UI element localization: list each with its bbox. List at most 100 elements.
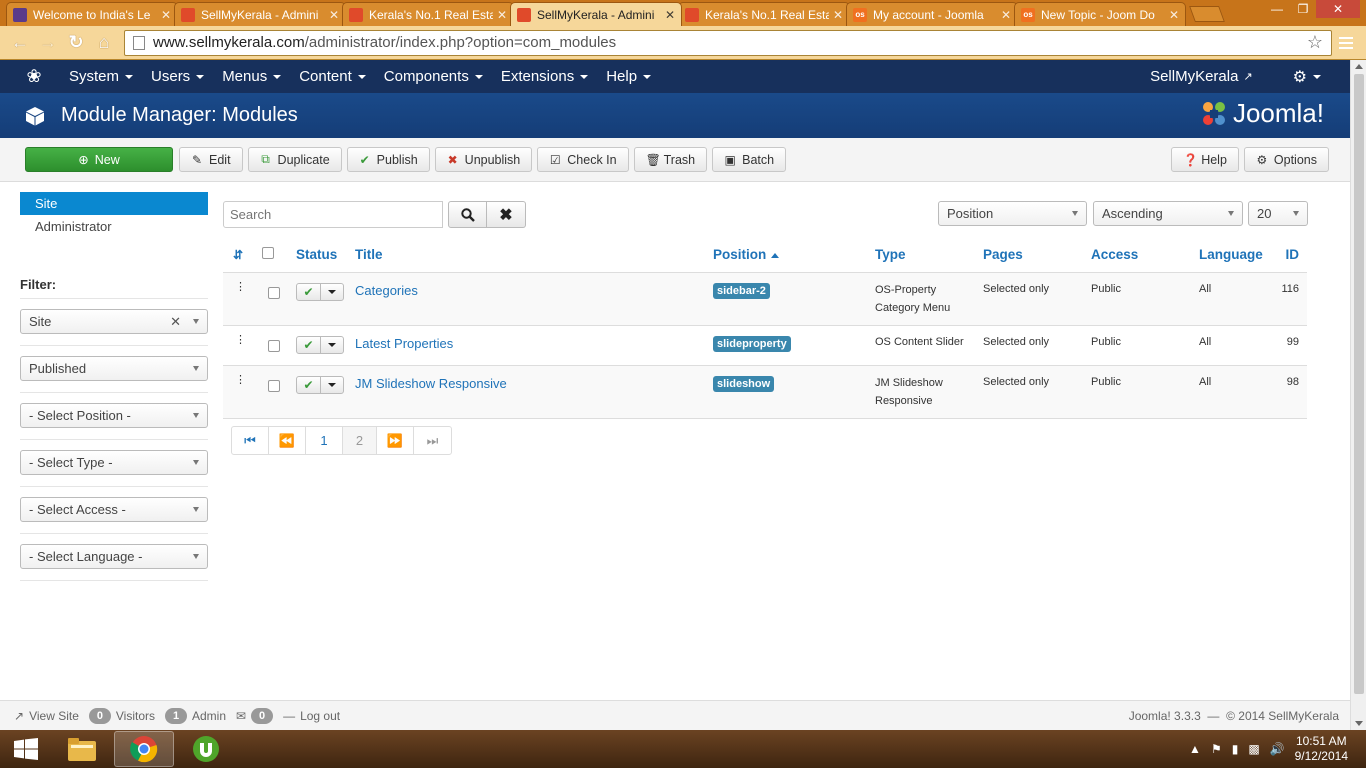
scroll-up-icon[interactable] (1355, 64, 1363, 69)
topnav-item-users[interactable]: Users (142, 68, 213, 85)
position-header[interactable]: Position (713, 237, 875, 273)
address-bar[interactable]: www.sellmykerala.com /administrator/inde… (124, 29, 1332, 56)
unpublish-button[interactable]: ✖ Unpublish (434, 147, 533, 172)
pages-header[interactable]: Pages (983, 237, 1091, 273)
taskbar-explorer[interactable] (52, 731, 112, 767)
network-signal-icon[interactable]: ▩ (1248, 742, 1259, 756)
row-checkbox[interactable] (268, 286, 280, 299)
edit-button[interactable]: ✎ Edit (179, 147, 243, 172)
browser-tab[interactable]: Welcome to India's Le ✕ (6, 2, 178, 26)
status-toggle[interactable]: ✔ (296, 282, 344, 301)
filter-type-select[interactable]: - Select Type - (20, 450, 208, 475)
volume-icon[interactable]: 🔊 (1270, 742, 1285, 756)
taskbar-utorrent[interactable] (176, 731, 236, 767)
clear-icon[interactable]: ✕ (170, 314, 181, 330)
new-button[interactable]: ⊕ New (25, 147, 173, 172)
page-link-1[interactable]: 1 (306, 427, 343, 454)
system-clock[interactable]: 10:51 AM 9/12/2014 (1295, 734, 1348, 764)
topnav-item-extensions[interactable]: Extensions (492, 68, 597, 85)
logout-link[interactable]: — Log out (283, 709, 340, 723)
drag-handle-icon[interactable]: ⋮ (223, 365, 253, 419)
module-title-link[interactable]: Latest Properties (355, 336, 453, 351)
filter-state-select[interactable]: Published (20, 356, 208, 381)
close-tab-icon[interactable]: ✕ (1001, 8, 1011, 22)
status-header[interactable]: Status (296, 237, 355, 273)
close-window-icon[interactable]: ✕ (1316, 0, 1360, 18)
browser-tab[interactable]: os New Topic - Joom Do ✕ (1014, 2, 1186, 26)
scroll-down-icon[interactable] (1355, 721, 1363, 726)
status-menu-icon[interactable] (321, 337, 343, 353)
row-checkbox[interactable] (268, 339, 280, 352)
status-toggle[interactable]: ✔ (296, 335, 344, 354)
clear-search-button[interactable]: ✖ (487, 201, 526, 228)
filter-access-select[interactable]: - Select Access - (20, 497, 208, 522)
back-arrow-icon[interactable]: ← (6, 29, 34, 57)
reload-icon[interactable]: ↻ (62, 29, 90, 57)
bookmark-star-icon[interactable]: ☆ (1307, 32, 1323, 53)
filter-client-select[interactable]: Site ✕ (20, 309, 208, 334)
id-header[interactable]: ID (1279, 237, 1307, 273)
close-tab-icon[interactable]: ✕ (833, 8, 843, 22)
module-title-link[interactable]: Categories (355, 283, 418, 298)
search-input[interactable] (223, 201, 443, 228)
messages-indicator[interactable]: ✉ 0 (236, 707, 274, 724)
filter-language-select[interactable]: - Select Language - (20, 544, 208, 569)
taskbar-chrome[interactable] (114, 731, 174, 767)
first-page-icon[interactable]: ⏮ (232, 427, 269, 454)
sidebar-item-administrator[interactable]: Administrator (20, 215, 208, 238)
batch-button[interactable]: ▣ Batch (712, 147, 787, 172)
joomla-logo-icon[interactable]: ❀ (20, 66, 48, 87)
access-header[interactable]: Access (1091, 237, 1199, 273)
site-link[interactable]: SellMyKerala ↗ (1141, 68, 1262, 85)
topnav-item-content[interactable]: Content (290, 68, 375, 85)
filter-position-select[interactable]: - Select Position - (20, 403, 208, 428)
minimize-icon[interactable]: — (1264, 0, 1290, 18)
scroll-thumb[interactable] (1354, 74, 1364, 694)
browser-tab[interactable]: Kerala's No.1 Real Esta ✕ (342, 2, 514, 26)
publish-button[interactable]: ✔ Publish (346, 147, 430, 172)
topnav-item-help[interactable]: Help (597, 68, 660, 85)
view-site-link[interactable]: ↗ View Site (14, 709, 79, 723)
home-icon[interactable]: ⌂ (90, 29, 118, 57)
topnav-item-menus[interactable]: Menus (213, 68, 290, 85)
close-tab-icon[interactable]: ✕ (1169, 8, 1179, 22)
action-center-flag-icon[interactable]: ⚑ (1211, 742, 1222, 756)
close-tab-icon[interactable]: ✕ (497, 8, 507, 22)
language-header[interactable]: Language (1199, 237, 1279, 273)
status-toggle[interactable]: ✔ (296, 375, 344, 394)
drag-handle-icon[interactable]: ⋮ (223, 272, 253, 326)
title-header[interactable]: Title (355, 237, 713, 273)
module-title-link[interactable]: JM Slideshow Responsive (355, 376, 507, 391)
user-settings-menu[interactable]: ⚙ (1284, 67, 1330, 87)
chrome-menu-icon[interactable] (1332, 29, 1360, 57)
browser-tab[interactable]: os My account - Joomla ✕ (846, 2, 1018, 26)
sidebar-item-site[interactable]: Site (20, 192, 208, 215)
close-tab-icon[interactable]: ✕ (329, 8, 339, 22)
sort-direction-select[interactable]: Ascending (1093, 201, 1243, 226)
browser-tab[interactable]: SellMyKerala - Admini ✕ (510, 2, 682, 26)
new-tab-button[interactable] (1189, 6, 1225, 22)
type-header[interactable]: Type (875, 237, 983, 273)
ordering-header[interactable]: ⇵ (223, 237, 253, 273)
checkin-button[interactable]: ☑ Check In (537, 147, 629, 172)
browser-tab[interactable]: Kerala's No.1 Real Esta ✕ (678, 2, 850, 26)
select-all-checkbox[interactable] (262, 246, 274, 259)
start-button[interactable] (0, 730, 52, 768)
maximize-icon[interactable]: ❐ (1290, 0, 1316, 18)
topnav-item-system[interactable]: System (60, 68, 142, 85)
duplicate-button[interactable]: ⧉ Duplicate (247, 147, 342, 172)
drag-handle-icon[interactable]: ⋮ (223, 325, 253, 366)
search-button[interactable] (448, 201, 487, 228)
status-menu-icon[interactable] (321, 284, 343, 300)
browser-tab[interactable]: SellMyKerala - Admini ✕ (174, 2, 346, 26)
row-checkbox[interactable] (268, 379, 280, 392)
forward-arrow-icon[interactable]: → (34, 29, 62, 57)
previous-page-icon[interactable]: ⏪ (269, 427, 306, 454)
power-icon[interactable]: ▮ (1232, 742, 1239, 756)
close-tab-icon[interactable]: ✕ (161, 8, 171, 22)
list-limit-select[interactable]: 20 (1248, 201, 1308, 226)
close-tab-icon[interactable]: ✕ (665, 8, 675, 22)
topnav-item-components[interactable]: Components (375, 68, 492, 85)
sort-field-select[interactable]: Position (938, 201, 1087, 226)
status-menu-icon[interactable] (321, 377, 343, 393)
